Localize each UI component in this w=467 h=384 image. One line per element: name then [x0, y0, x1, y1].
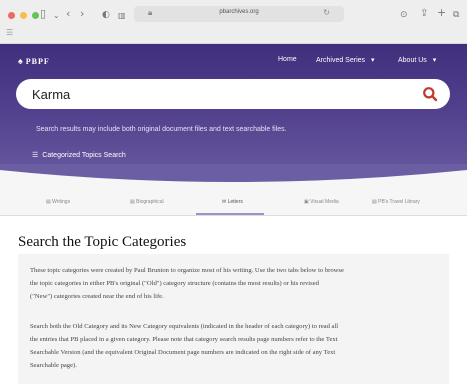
back-icon[interactable]: ‹	[66, 7, 70, 21]
nav-home[interactable]: Home	[278, 56, 297, 63]
page-settings-icon[interactable]: ▥	[118, 9, 126, 23]
tab-biographical[interactable]: ▤ Biographical	[130, 199, 164, 205]
search-box[interactable]: Karma	[16, 79, 450, 109]
tab-visual-media-label: Visual Media	[310, 199, 339, 205]
nav-archived-series[interactable]: Archived Series ▾	[316, 56, 375, 64]
logo-icon: ♠	[18, 56, 24, 66]
tab-overview-icon[interactable]: ⧉	[453, 8, 459, 22]
minimize-window-button[interactable]	[20, 12, 27, 19]
privacy-shield-icon[interactable]: ◐	[102, 8, 110, 22]
nav-archived-series-label: Archived Series	[316, 57, 366, 64]
instructions-paragraph: Search both the Old Category and its New…	[30, 320, 338, 372]
zoom-window-button[interactable]	[32, 12, 39, 19]
categorized-topics-search-link[interactable]: ☰ Categorized Topics Search	[32, 151, 126, 159]
info-panel: These topic categories were created by P…	[18, 254, 449, 384]
paragraph-line: Searchable page).	[30, 362, 77, 369]
address-bar[interactable]: 🔒︎ pbarchives.org ↻	[134, 6, 344, 22]
paragraph-line: the entries that PB placed in a given ca…	[30, 336, 338, 343]
header-curve	[0, 164, 467, 192]
window-controls	[8, 12, 39, 19]
tab-travel-library[interactable]: ▤ PB's Travel Library	[372, 199, 420, 205]
share-icon[interactable]: ⇪	[420, 7, 428, 21]
paragraph-line: ("New") categories created near the end …	[30, 293, 164, 300]
new-tab-icon[interactable]: +	[437, 6, 446, 20]
intro-paragraph: These topic categories were created by P…	[30, 264, 344, 303]
logo-text: PBPF	[25, 57, 50, 66]
tab-writings-label: Writings	[52, 199, 71, 205]
address-bar-url: pbarchives.org	[219, 9, 259, 15]
tab-biographical-label: Biographical	[136, 199, 164, 205]
tab-letters[interactable]: ✉ Letters	[222, 199, 243, 205]
tab-letters-label: Letters	[227, 199, 243, 205]
page-title: Search the Topic Categories	[18, 234, 187, 250]
sidebar-menu-icon[interactable]: ☰	[6, 28, 13, 37]
site-logo[interactable]: ♠ PBPF	[18, 56, 50, 66]
search-icon[interactable]	[422, 86, 438, 102]
paragraph-line: These topic categories were created by P…	[30, 267, 344, 274]
nav-about-us-label: About Us	[398, 57, 427, 64]
tab-writings[interactable]: ▤ Writings	[46, 199, 70, 205]
paragraph-line: the topic categories in either PB's orig…	[30, 280, 319, 287]
nav-about-us[interactable]: About Us ▾	[398, 56, 436, 64]
paragraph-line: Searchable Version (and the equivalent O…	[30, 349, 336, 356]
list-icon: ☰	[32, 152, 39, 159]
downloads-icon[interactable]: ⊙	[400, 8, 408, 22]
chevron-down-icon: ▾	[370, 57, 375, 64]
close-window-button[interactable]	[8, 12, 15, 19]
forward-icon[interactable]: ›	[80, 7, 84, 21]
categorized-topics-search-label: Categorized Topics Search	[42, 152, 126, 159]
chevron-down-icon[interactable]: ⌄	[53, 9, 60, 23]
tab-travel-library-label: PB's Travel Library	[378, 199, 420, 205]
search-input[interactable]: Karma	[32, 87, 70, 102]
sidebar-toggle-icon[interactable]: ▯	[40, 7, 46, 21]
paragraph-line: Search both the Old Category and its New…	[30, 323, 339, 330]
search-hint: Search results may include both original…	[36, 126, 287, 133]
browser-toolbar: ▯ ⌄ ‹ › ◐ ▥ 🔒︎ pbarchives.org ↻ ⊙ ⇪ + ⧉ …	[0, 0, 467, 44]
category-tabs: ▤ Writings ▤ Biographical ✉ Letters ▣ Vi…	[0, 192, 467, 216]
active-tab-indicator	[196, 213, 264, 215]
tab-visual-media[interactable]: ▣ Visual Media	[304, 199, 339, 205]
chevron-down-icon: ▾	[432, 57, 437, 64]
reload-icon[interactable]: ↻	[323, 8, 330, 17]
